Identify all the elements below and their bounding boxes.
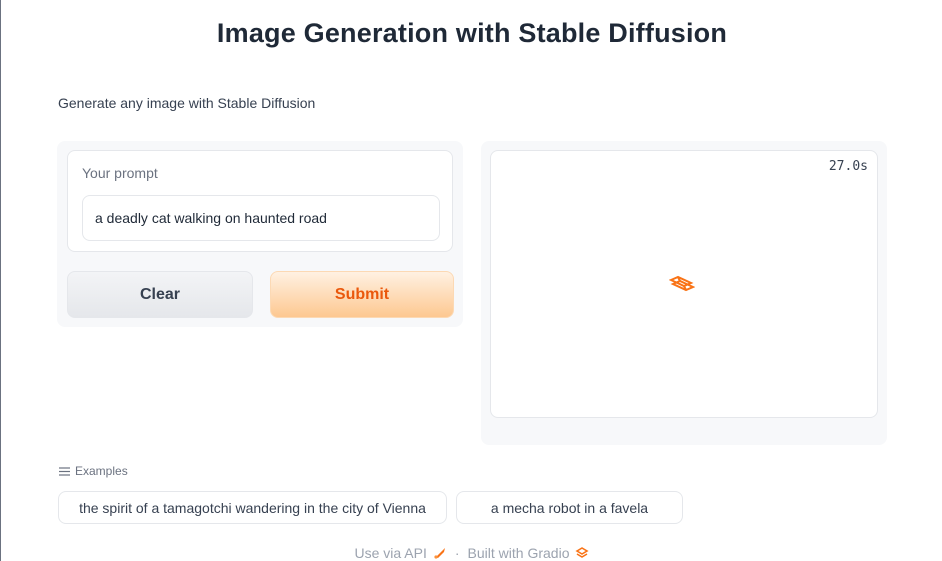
prompt-block: Your prompt xyxy=(67,150,453,252)
footer-separator: · xyxy=(454,545,460,561)
prompt-label: Your prompt xyxy=(82,165,158,181)
submit-button[interactable]: Submit xyxy=(270,271,454,318)
prompt-input[interactable] xyxy=(82,195,440,241)
generation-timer: 27.0s xyxy=(828,159,868,174)
built-with-gradio-link[interactable]: Built with Gradio xyxy=(468,545,590,561)
page-title: Image Generation with Stable Diffusion xyxy=(216,18,728,48)
example-button[interactable]: the spirit of a tamagotchi wandering in … xyxy=(58,491,447,524)
examples-header: Examples xyxy=(59,464,128,478)
loading-icon xyxy=(669,275,695,292)
examples-label: Examples xyxy=(75,464,128,478)
example-button[interactable]: a mecha robot in a favela xyxy=(456,491,683,524)
output-panel: 27.0s xyxy=(481,141,887,445)
clear-button[interactable]: Clear xyxy=(67,271,253,318)
api-link-label: Use via API xyxy=(354,545,427,561)
window-edge xyxy=(0,0,1,561)
output-image: 27.0s xyxy=(490,150,878,418)
rocket-icon xyxy=(434,548,445,559)
built-with-label: Built with Gradio xyxy=(467,545,570,561)
footer: Use via API · Built with Gradio xyxy=(0,545,942,561)
use-via-api-link[interactable]: Use via API xyxy=(355,545,447,561)
page-description: Generate any image with Stable Diffusion xyxy=(58,95,316,111)
list-icon xyxy=(59,466,70,476)
input-panel: Your prompt Clear Submit xyxy=(57,141,463,327)
gradio-logo-icon xyxy=(575,547,590,558)
